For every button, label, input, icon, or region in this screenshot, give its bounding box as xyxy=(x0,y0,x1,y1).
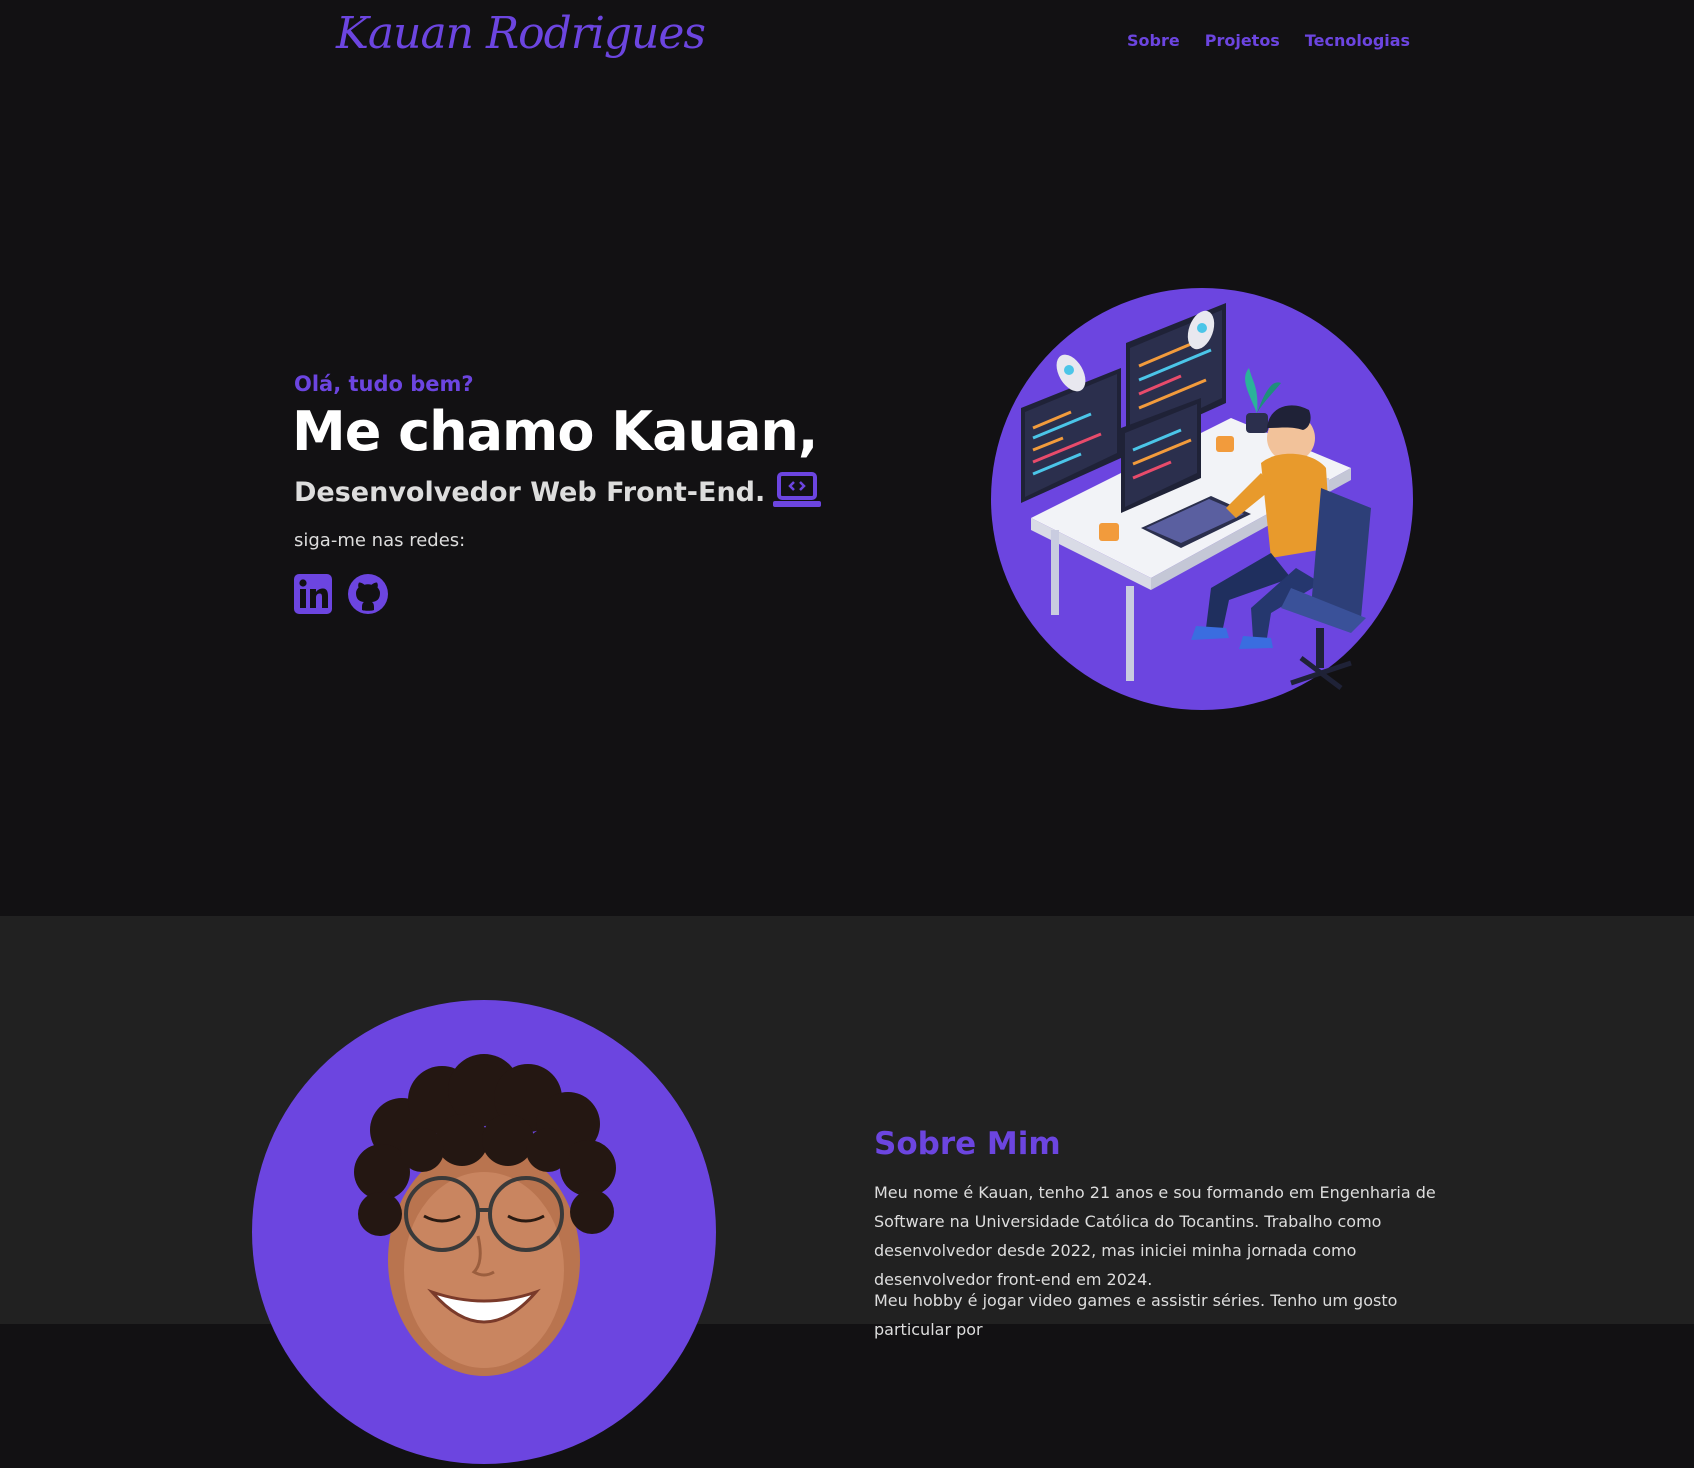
github-icon[interactable] xyxy=(348,574,388,614)
profile-photo xyxy=(252,1000,716,1464)
logo[interactable]: Kauan Rodrigues xyxy=(336,8,706,59)
about-section: Sobre Mim Meu nome é Kauan, tenho 21 ano… xyxy=(0,916,1694,1464)
main-nav: Sobre Projetos Tecnologias xyxy=(1127,31,1410,50)
hero-greeting: Olá, tudo bem? xyxy=(294,372,474,396)
about-title: Sobre Mim xyxy=(874,1126,1061,1162)
site-header: Kauan Rodrigues Sobre Projetos Tecnologi… xyxy=(0,0,1694,90)
linkedin-icon[interactable] xyxy=(294,574,334,614)
social-links xyxy=(294,574,388,614)
about-paragraph: Meu hobby é jogar video games e assistir… xyxy=(874,1291,1398,1339)
hero-title: Me chamo Kauan, xyxy=(292,400,818,463)
nav-link-sobre[interactable]: Sobre xyxy=(1127,31,1180,50)
developer-illustration xyxy=(991,288,1413,710)
nav-link-projetos[interactable]: Projetos xyxy=(1205,31,1280,50)
hero-subtitle-row: Desenvolvedor Web Front-End. xyxy=(294,472,822,512)
laptop-code-icon xyxy=(773,472,822,512)
hero-section: Olá, tudo bem? Me chamo Kauan, Desenvolv… xyxy=(0,90,1694,916)
follow-label: siga-me nas redes: xyxy=(294,530,466,551)
nav-link-tecnologias[interactable]: Tecnologias xyxy=(1305,31,1410,50)
hero-subtitle: Desenvolvedor Web Front-End. xyxy=(294,476,766,508)
about-paragraph: Meu nome é Kauan, tenho 21 anos e sou fo… xyxy=(874,1183,1436,1289)
